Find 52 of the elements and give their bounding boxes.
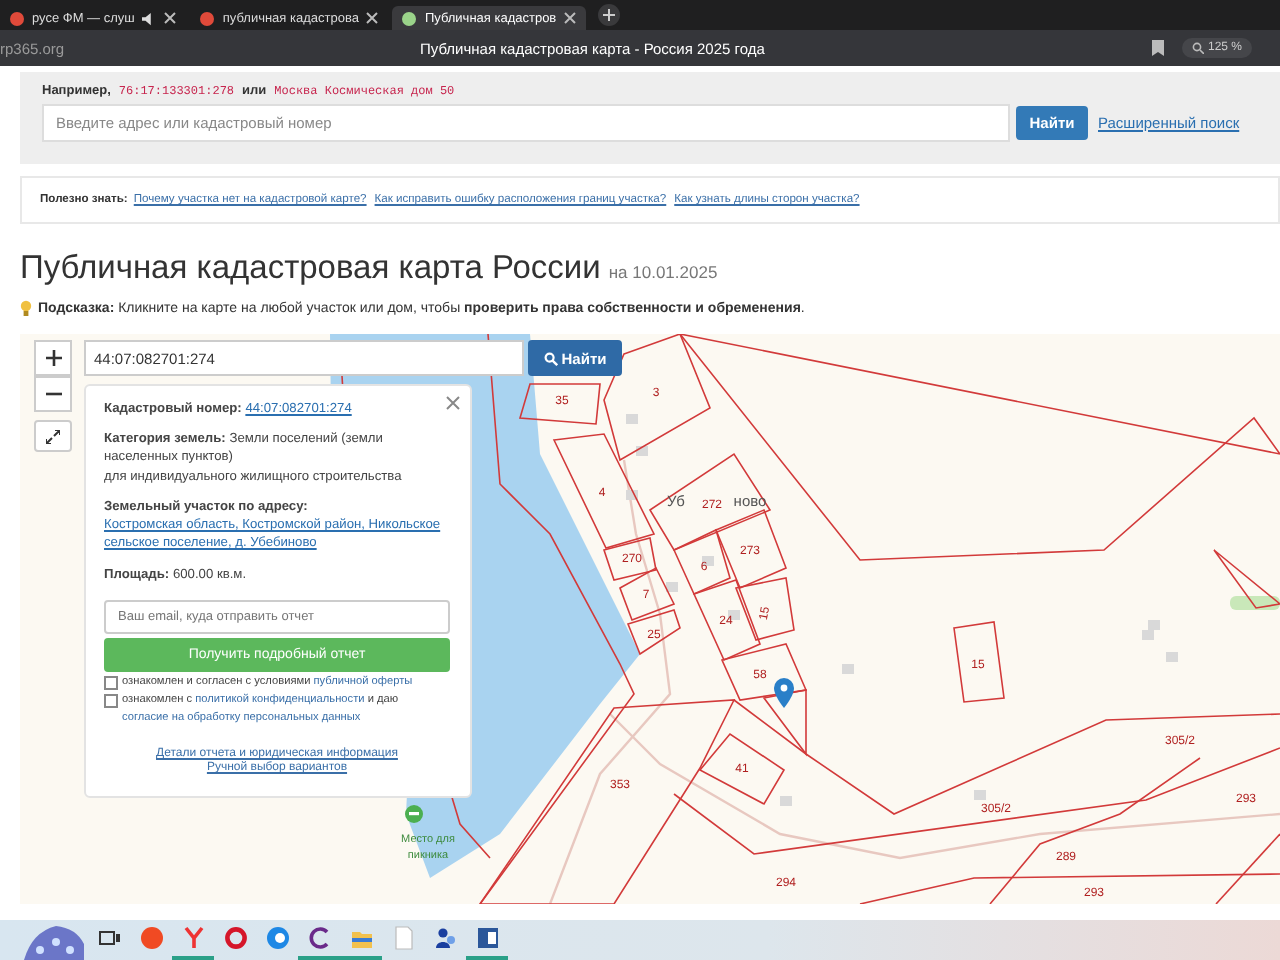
expand-icon <box>46 429 60 443</box>
word-document-icon <box>475 926 499 950</box>
close-icon[interactable] <box>366 12 379 24</box>
plus-icon <box>45 350 61 366</box>
parcel-outline[interactable] <box>648 452 772 551</box>
zoom-in-button[interactable] <box>34 340 72 376</box>
parcel-outline[interactable] <box>518 383 601 425</box>
folder-icon <box>349 926 373 950</box>
start-art-icon[interactable] <box>20 920 84 960</box>
app-icon <box>307 926 331 950</box>
app-icon <box>223 926 247 950</box>
parcel-outline[interactable] <box>478 699 736 904</box>
app-icon <box>181 926 205 950</box>
parcel-outline[interactable] <box>720 643 808 701</box>
site-icon <box>200 11 215 25</box>
parcel-outline[interactable] <box>603 334 711 462</box>
people-icon <box>433 926 457 950</box>
map-pin-icon[interactable] <box>774 678 794 708</box>
magnifier-icon <box>1191 42 1204 54</box>
app-icon <box>139 926 163 950</box>
new-tab-icon[interactable] <box>598 4 621 26</box>
bookmark-icon[interactable] <box>1151 40 1164 56</box>
parcel-outline[interactable] <box>714 508 787 590</box>
task-view-icon <box>97 926 121 950</box>
close-icon[interactable] <box>164 12 177 24</box>
page-heading: Публичная кадастровая карта России <box>20 250 601 288</box>
parcel-outline[interactable] <box>698 732 786 806</box>
speaker-icon[interactable] <box>142 11 157 25</box>
site-icon <box>402 11 417 25</box>
parcel-outline[interactable] <box>734 577 795 641</box>
consent-checkbox[interactable] <box>104 675 118 690</box>
parcel-outline[interactable] <box>1213 549 1280 609</box>
heading-date: на 10.01.2025 <box>608 262 718 282</box>
parcel-outline[interactable] <box>552 433 656 549</box>
consent-checkbox[interactable] <box>104 694 118 709</box>
parcel-outline[interactable] <box>953 621 1005 703</box>
search-icon <box>543 351 558 365</box>
parcel-outline[interactable] <box>619 566 676 622</box>
map-canvas[interactable] <box>20 334 1280 904</box>
parcel-outline[interactable] <box>692 579 761 662</box>
parcel-outline[interactable] <box>626 609 681 656</box>
zoom-out-button[interactable] <box>34 376 72 412</box>
close-icon[interactable] <box>564 12 577 24</box>
lightbulb-icon <box>20 300 32 318</box>
document-icon <box>391 926 415 950</box>
app-icon <box>265 926 289 950</box>
picnic-icon[interactable] <box>405 805 423 823</box>
site-icon <box>10 11 24 25</box>
parcel-outline[interactable] <box>762 689 807 757</box>
fullscreen-button[interactable] <box>34 420 72 452</box>
parcel-outline[interactable] <box>602 537 657 581</box>
parcel-outline[interactable] <box>672 528 731 596</box>
